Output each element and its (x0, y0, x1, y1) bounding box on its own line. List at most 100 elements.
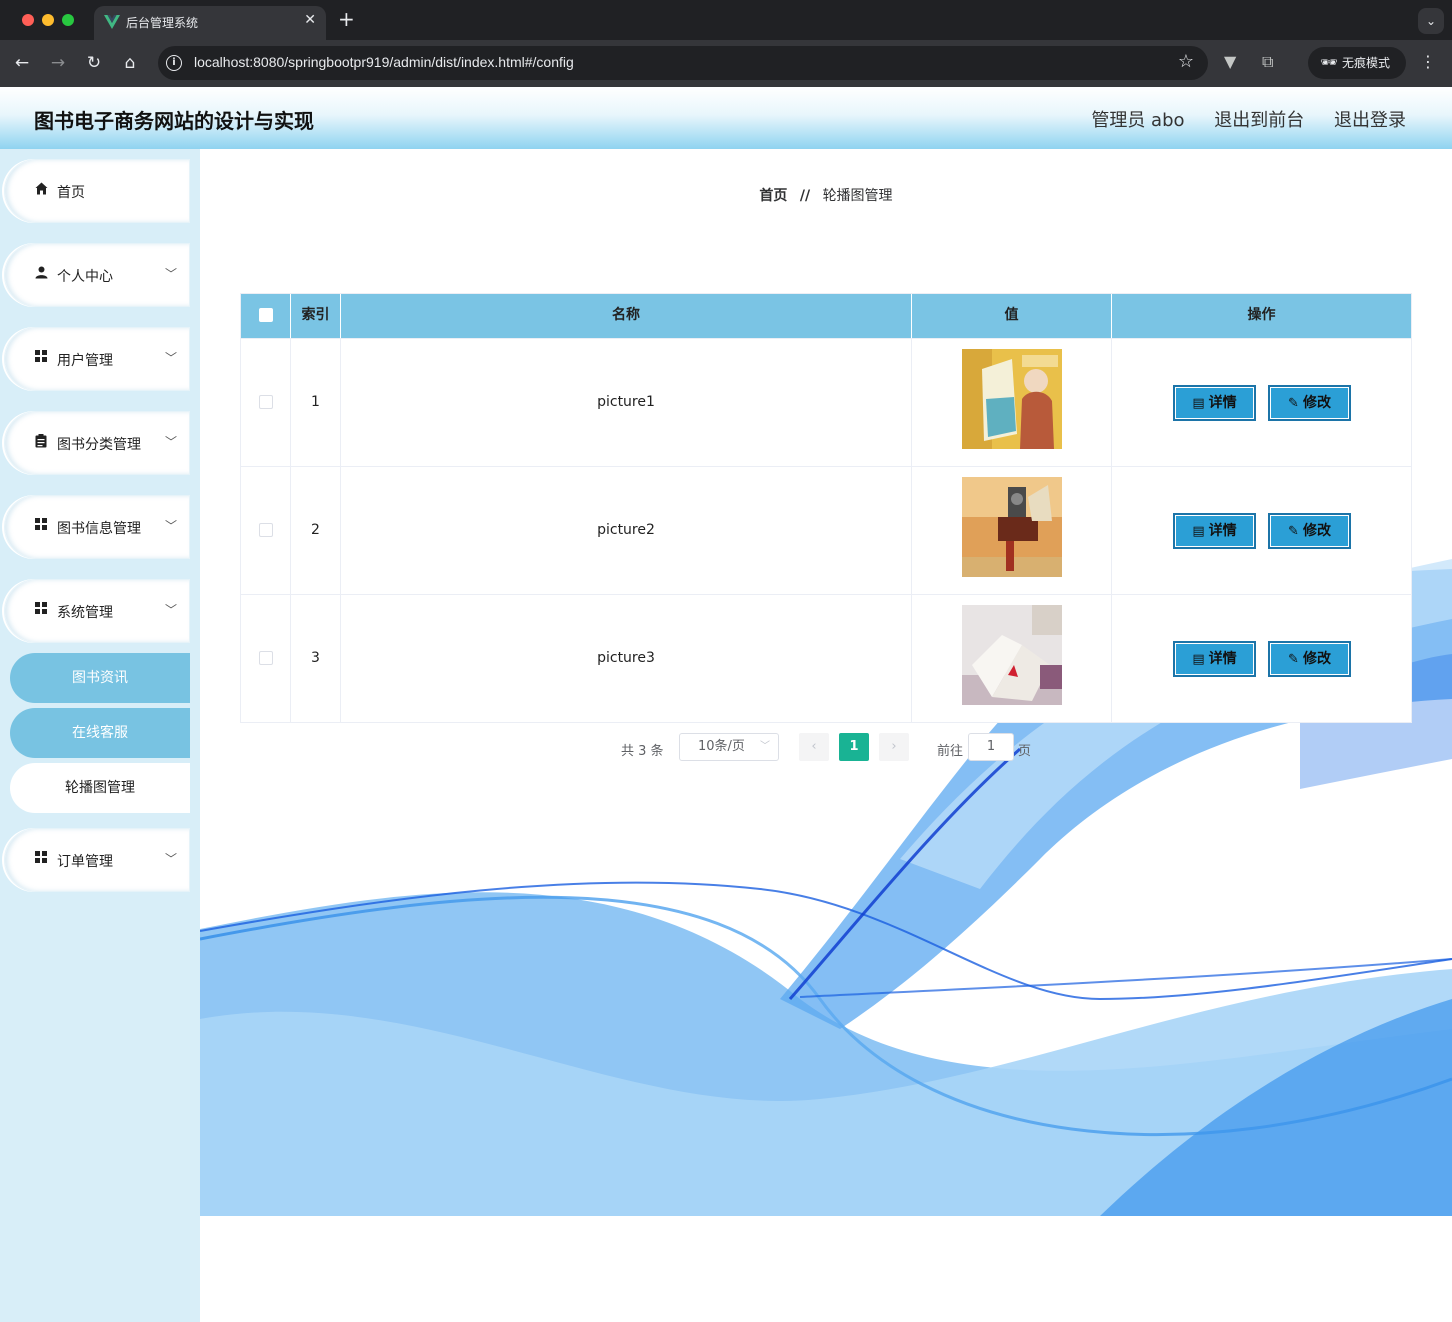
edit-pencil-icon: ✎ (1288, 396, 1299, 411)
new-tab-button[interactable]: + (338, 8, 355, 30)
row-value-cell (912, 339, 1112, 466)
sidebar: 首页 个人中心 ﹀ 用户管理 ﹀ 图书分类管理 ﹀ 图书信息管理 ﹀ 系统管理 (0, 149, 200, 1322)
chevron-down-icon: ﹀ (164, 267, 177, 281)
row-checkbox[interactable] (258, 395, 273, 409)
close-window-button[interactable] (22, 14, 34, 26)
row-value-cell (912, 595, 1112, 722)
picture1-thumbnail[interactable] (962, 349, 1062, 449)
row-name: picture1 (341, 339, 912, 466)
page-size-value: 10条/页 (698, 739, 745, 754)
logout-link[interactable]: 退出登录 (1334, 110, 1406, 131)
edit-label: 修改 (1302, 523, 1331, 539)
row-checkbox-cell (241, 467, 291, 594)
row-actions-cell: ▤ 详情 ✎ 修改 (1112, 467, 1411, 594)
sidebar-item-label: 首页 (57, 185, 85, 201)
picture2-thumbnail[interactable] (962, 477, 1062, 577)
pagination-total: 共 3 条 (621, 744, 664, 759)
row-name: picture3 (341, 595, 912, 722)
row-checkbox[interactable] (258, 651, 273, 665)
sidebar-item-user-management[interactable]: 用户管理 ﹀ (4, 327, 190, 391)
edit-pencil-icon: ✎ (1288, 652, 1299, 667)
sidebar-item-system-management[interactable]: 系统管理 ﹀ (4, 579, 190, 643)
picture3-thumbnail[interactable] (962, 605, 1062, 705)
pagination: 共 3 条 10条/页 ﹀ ‹ 1 › 前往 1 页 (200, 733, 1452, 763)
sidebar-item-label: 订单管理 (57, 854, 113, 870)
detail-button[interactable]: ▤ 详情 (1173, 641, 1256, 677)
grid-icon (33, 851, 49, 867)
bookmark-star-icon[interactable]: ☆ (1178, 51, 1194, 72)
chevron-down-icon: ﹀ (164, 603, 177, 617)
page-size-select[interactable]: 10条/页 ﹀ (679, 733, 779, 761)
extensions-puzzle-icon[interactable]: ⧉ (1262, 52, 1273, 72)
goto-page-input[interactable]: 1 (968, 733, 1014, 761)
tab-close-icon[interactable]: ✕ (304, 12, 316, 28)
row-checkbox[interactable] (258, 523, 273, 537)
column-header-actions: 操作 (1247, 307, 1276, 323)
sidebar-item-home[interactable]: 首页 (4, 159, 190, 223)
sidebar-item-label: 用户管理 (57, 353, 113, 369)
chevron-down-icon: ﹀ (164, 519, 177, 533)
incognito-badge[interactable]: 🕶 无痕模式 (1308, 47, 1406, 79)
admin-user-label: 管理员 abo (1091, 110, 1185, 131)
detail-button[interactable]: ▤ 详情 (1173, 385, 1256, 421)
sidebar-subitem-online-service[interactable]: 在线客服 (10, 708, 190, 758)
detail-label: 详情 (1208, 651, 1237, 667)
vue-devtools-extension-icon[interactable]: ▼ (1224, 52, 1236, 71)
sidebar-item-order-management[interactable]: 订单管理 ﹀ (4, 828, 190, 892)
sidebar-item-label: 个人中心 (57, 269, 113, 285)
edit-button[interactable]: ✎ 修改 (1268, 385, 1351, 421)
breadcrumb-current: 轮播图管理 (822, 188, 893, 204)
table-row: 3 picture3 ▤ 详情 ✎ 修改 (241, 594, 1411, 722)
row-index: 1 (291, 339, 341, 466)
grid-icon (33, 602, 49, 618)
table-row: 2 picture2 ▤ 详情 ✎ 修改 (241, 466, 1411, 594)
detail-label: 详情 (1208, 523, 1237, 539)
select-all-checkbox[interactable] (258, 308, 273, 322)
prev-page-button[interactable]: ‹ (799, 733, 829, 761)
site-info-icon[interactable]: i (166, 55, 182, 71)
tab-list-chevron-icon[interactable]: ⌄ (1418, 8, 1444, 34)
detail-button[interactable]: ▤ 详情 (1173, 513, 1256, 549)
row-checkbox-cell (241, 339, 291, 466)
home-icon[interactable]: ⌂ (118, 52, 142, 76)
incognito-label: 无痕模式 (1342, 56, 1391, 70)
edit-pencil-icon: ✎ (1288, 524, 1299, 539)
app-title: 图书电子商务网站的设计与实现 (34, 109, 314, 133)
breadcrumb-home[interactable]: 首页 (759, 188, 787, 204)
edit-button[interactable]: ✎ 修改 (1268, 641, 1351, 677)
edit-label: 修改 (1302, 651, 1331, 667)
document-icon: ▤ (1192, 524, 1205, 539)
edit-button[interactable]: ✎ 修改 (1268, 513, 1351, 549)
reload-icon[interactable]: ↻ (82, 52, 106, 76)
detail-label: 详情 (1208, 395, 1237, 411)
sidebar-item-book-info[interactable]: 图书信息管理 ﹀ (4, 495, 190, 559)
page-suffix-label: 页 (1018, 744, 1032, 759)
maximize-window-button[interactable] (62, 14, 74, 26)
back-arrow-icon[interactable]: ← (10, 52, 34, 76)
sidebar-item-book-category[interactable]: 图书分类管理 ﹀ (4, 411, 190, 475)
forward-arrow-icon[interactable]: → (46, 52, 70, 76)
table-header: 索引 名称 值 操作 (241, 294, 1411, 338)
carousel-table: 索引 名称 值 操作 1 picture1 ▤ 详情 ✎ 修改 2 pictur… (240, 293, 1412, 723)
browser-menu-icon[interactable]: ⋮ (1420, 52, 1436, 71)
row-actions-cell: ▤ 详情 ✎ 修改 (1112, 339, 1411, 466)
main-content: 首页 // 轮播图管理 索引 名称 值 操作 1 picture1 ▤ 详情 ✎… (200, 149, 1452, 1322)
sidebar-subitem-book-news[interactable]: 图书资讯 (10, 653, 190, 703)
page-number-current[interactable]: 1 (839, 733, 869, 761)
url-text: localhost:8080/springbootpr919/admin/dis… (194, 54, 574, 70)
next-page-button[interactable]: › (879, 733, 909, 761)
goto-label: 前往 (937, 744, 964, 759)
sidebar-subitem-carousel-management[interactable]: 轮播图管理 (10, 763, 190, 813)
address-bar[interactable]: i localhost:8080/springbootpr919/admin/d… (158, 46, 1208, 80)
sidebar-item-label: 系统管理 (57, 605, 113, 621)
browser-tab[interactable]: 后台管理系统 ✕ (94, 6, 326, 40)
exit-to-frontend-link[interactable]: 退出到前台 (1214, 110, 1304, 131)
row-index: 3 (291, 595, 341, 722)
row-actions-cell: ▤ 详情 ✎ 修改 (1112, 595, 1411, 722)
chevron-down-icon: ﹀ (760, 741, 770, 752)
document-icon: ▤ (1192, 652, 1205, 667)
tab-title: 后台管理系统 (126, 16, 199, 30)
minimize-window-button[interactable] (42, 14, 54, 26)
sidebar-item-personal-center[interactable]: 个人中心 ﹀ (4, 243, 190, 307)
grid-icon (33, 350, 49, 366)
